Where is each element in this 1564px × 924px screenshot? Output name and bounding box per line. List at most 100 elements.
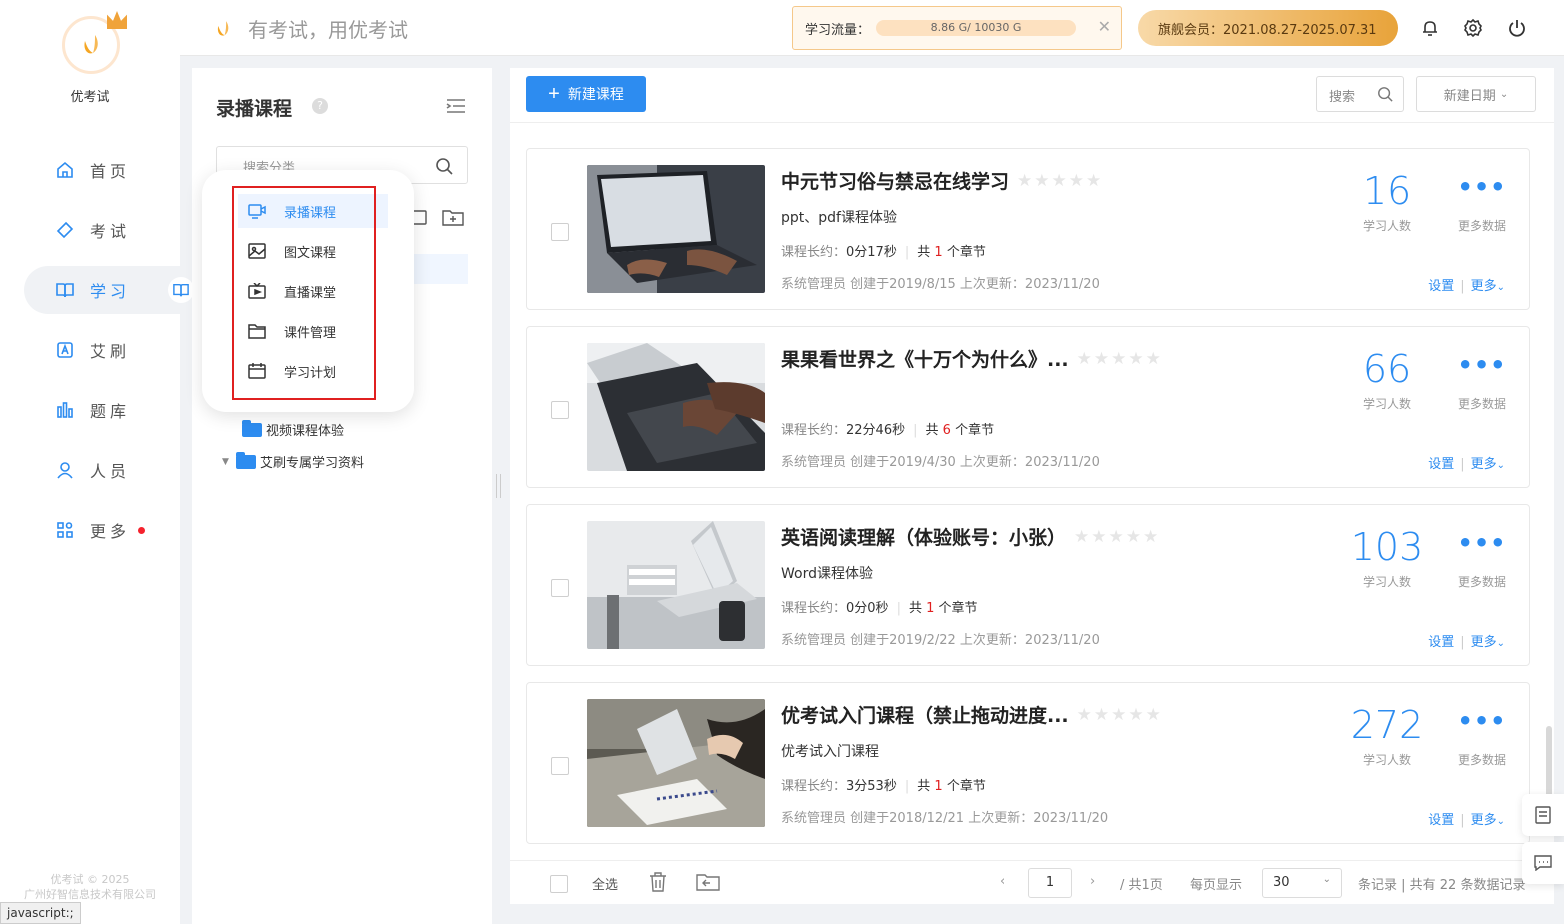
trash-icon[interactable] [648, 871, 668, 897]
bell-icon[interactable] [1420, 18, 1440, 38]
tree-item-label: 视频课程体验 [266, 424, 345, 439]
learner-count[interactable]: 103 [1347, 525, 1427, 569]
chat-float-button[interactable] [1522, 842, 1564, 884]
card-actions: 设置 | 更多⌄ [1428, 457, 1505, 472]
power-icon[interactable] [1507, 18, 1527, 38]
more-link[interactable]: 更多 [1471, 457, 1497, 472]
close-icon[interactable]: ✕ [1098, 17, 1111, 36]
add-folder-icon[interactable] [442, 208, 464, 226]
more-link[interactable]: 更多 [1471, 279, 1497, 294]
select-all-label[interactable]: 全选 [592, 874, 618, 893]
slogan: 有考试，用优考试 [212, 14, 408, 43]
learner-count-label: 学习人数 [1362, 397, 1411, 411]
per-page-select[interactable]: 30 ⌄ [1262, 868, 1342, 898]
settings-link[interactable]: 设置 [1428, 635, 1454, 650]
course-checkbox[interactable] [551, 757, 569, 775]
course-thumbnail[interactable] [587, 165, 765, 293]
nav-item-study[interactable]: 学习 [24, 266, 194, 314]
course-title[interactable]: 中元节习俗与禁忌在线学习 ★★★★★ [781, 167, 1103, 194]
rating-stars[interactable]: ★★★★★ [1017, 171, 1103, 191]
settings-link[interactable]: 设置 [1428, 813, 1454, 828]
course-card[interactable]: 英语阅读理解（体验账号：小张） ★★★★★ Word课程体验 课程长约：0分0秒 |… [526, 504, 1530, 666]
course-checkbox[interactable] [551, 223, 569, 241]
nav-label: 考试 [90, 222, 131, 241]
course-meta: 课程长约：0分0秒 | 共 1 个章节 [781, 601, 978, 616]
more-data-icon[interactable]: ••• [1451, 529, 1513, 557]
course-thumbnail[interactable] [587, 521, 765, 649]
course-checkbox[interactable] [551, 401, 569, 419]
settings-link[interactable]: 设置 [1428, 279, 1454, 294]
copyright-line: 优考试 © 2025 [50, 873, 130, 886]
user-icon [56, 461, 74, 479]
course-card[interactable]: 中元节习俗与禁忌在线学习 ★★★★★ ppt、pdf课程体验 课程长约：0分17秒… [526, 148, 1530, 310]
duration-label: 课程长约： [781, 423, 847, 438]
course-title[interactable]: 英语阅读理解（体验账号：小张） ★★★★★ [781, 523, 1160, 550]
nav-label: 首页 [90, 162, 131, 181]
sort-date-dropdown[interactable]: 新建日期 ⌄ [1416, 76, 1536, 112]
gear-icon[interactable] [1463, 18, 1483, 38]
learner-count[interactable]: 66 [1347, 347, 1427, 391]
nav-item-question-bank[interactable]: 题库 [24, 386, 180, 434]
rating-stars[interactable]: ★★★★★ [1074, 527, 1160, 547]
rating-stars[interactable]: ★★★★★ [1077, 349, 1163, 369]
course-title-text[interactable]: 英语阅读理解（体验账号：小张） [781, 523, 1066, 550]
rating-stars[interactable]: ★★★★★ [1077, 705, 1163, 725]
more-link[interactable]: 更多 [1471, 813, 1497, 828]
document-float-button[interactable] [1522, 794, 1564, 836]
per-page-label: 每页显示 [1190, 878, 1243, 893]
course-title[interactable]: 优考试入门课程（禁止拖动进度... ★★★★★ [781, 701, 1163, 728]
page-input[interactable]: 1 [1028, 868, 1072, 898]
settings-link[interactable]: 设置 [1428, 457, 1454, 472]
chevron-down-icon: ⌄ [1496, 638, 1505, 649]
chevron-down-icon: ⌄ [1322, 874, 1331, 885]
select-all-checkbox[interactable] [550, 875, 568, 893]
next-page-icon[interactable]: › [1090, 874, 1095, 889]
sort-label: 新建日期 [1443, 88, 1496, 104]
prev-page-icon[interactable]: ‹ [1000, 874, 1005, 889]
browser-status-bar: javascript:; [0, 902, 81, 924]
book-toggle-icon[interactable] [168, 277, 194, 303]
nav-label: 艾刷 [90, 342, 131, 361]
nav-item-people[interactable]: 人员 [24, 446, 180, 494]
vip-badge[interactable]: 旗舰会员：2021.08.27-2025.07.31 [1138, 10, 1398, 46]
course-search-input[interactable]: 搜索 [1316, 76, 1404, 112]
help-icon[interactable]: ? [312, 98, 328, 114]
course-thumbnail[interactable] [587, 699, 765, 827]
nav-label: 题库 [90, 402, 131, 421]
search-icon[interactable] [435, 157, 453, 179]
app-logo[interactable] [62, 11, 127, 74]
nav-item-exam[interactable]: 考试 [24, 206, 180, 254]
chapter-count: 1 [926, 601, 935, 616]
course-card[interactable]: 果果看世界之《十万个为什么》... ★★★★★ 课程长约：22分46秒 | 共 6 个… [526, 326, 1530, 488]
course-title-text[interactable]: 优考试入门课程（禁止拖动进度... [781, 701, 1069, 728]
course-title-text[interactable]: 中元节习俗与禁忌在线学习 [781, 167, 1009, 194]
course-thumbnail[interactable] [587, 343, 765, 471]
panel-resize-handle[interactable] [496, 474, 501, 498]
new-course-button[interactable]: + 新建课程 [526, 76, 646, 112]
course-checkbox[interactable] [551, 579, 569, 597]
collapse-menu-icon[interactable] [446, 98, 466, 118]
caret-down-icon[interactable]: ▼ [222, 457, 236, 467]
course-title[interactable]: 果果看世界之《十万个为什么》... ★★★★★ [781, 345, 1163, 372]
move-folder-icon[interactable] [696, 873, 720, 895]
chapters-suffix: 个章节 [946, 779, 986, 794]
tree-item[interactable]: ▼ 艾刷专属学习资料 [222, 451, 364, 471]
nav-item-more[interactable]: 更多 [24, 506, 180, 554]
course-creator: 系统管理员 创建于2019/8/15 上次更新：2023/11/20 [781, 277, 1100, 292]
more-data-label: 更多数据 [1457, 575, 1506, 589]
more-data-icon[interactable]: ••• [1451, 173, 1513, 201]
nav-item-home[interactable]: 首页 [24, 146, 180, 194]
duration-value: 22分46秒 [846, 423, 906, 438]
tree-item[interactable]: 视频课程体验 [228, 419, 345, 439]
more-data-icon[interactable]: ••• [1451, 351, 1513, 379]
more-link[interactable]: 更多 [1471, 635, 1497, 650]
total-pages: / 共1页 [1120, 878, 1163, 893]
search-icon[interactable] [1377, 86, 1393, 106]
course-card[interactable]: 优考试入门课程（禁止拖动进度... ★★★★★ 优考试入门课程 课程长约：3分53… [526, 682, 1530, 844]
learner-count[interactable]: 16 [1347, 169, 1427, 213]
learner-count-label: 学习人数 [1362, 575, 1411, 589]
nav-item-aishua[interactable]: 艾刷 [24, 326, 180, 374]
course-title-text[interactable]: 果果看世界之《十万个为什么》... [781, 345, 1069, 372]
learner-count[interactable]: 272 [1347, 703, 1427, 747]
more-data-icon[interactable]: ••• [1451, 707, 1513, 735]
